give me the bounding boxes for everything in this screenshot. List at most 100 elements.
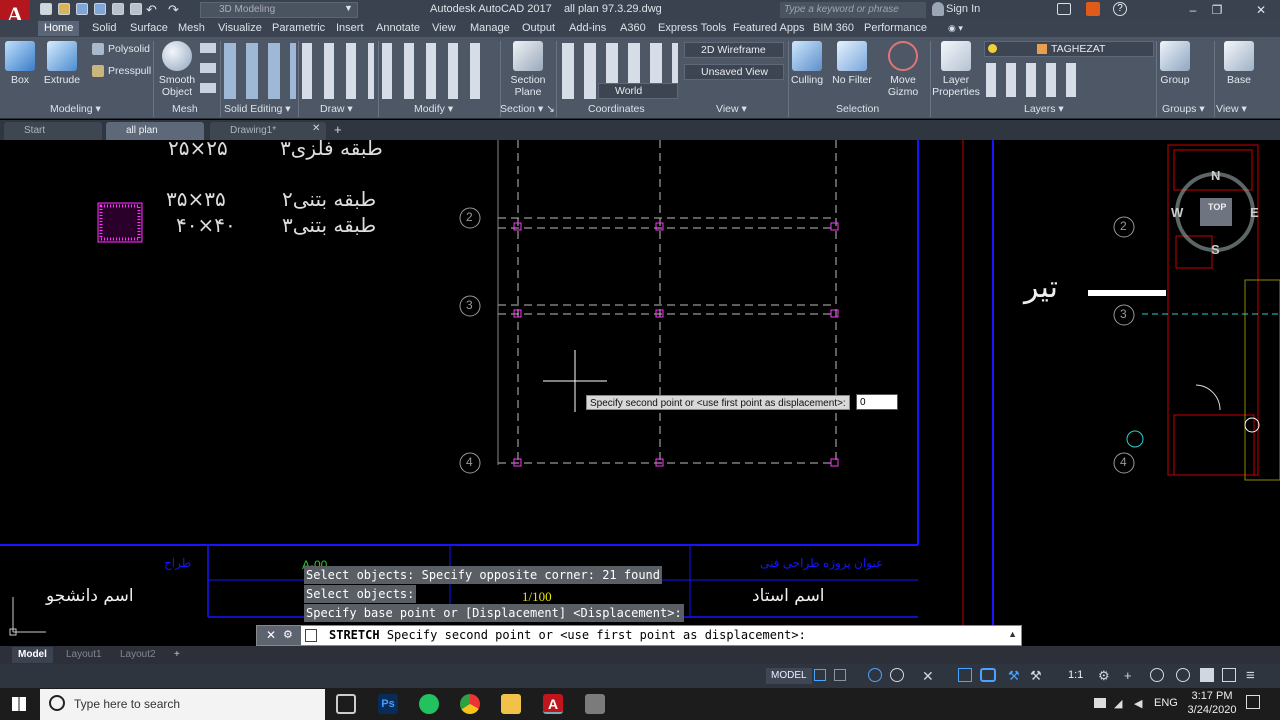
tab-a360[interactable]: A360 — [614, 21, 652, 36]
compass-e[interactable]: E — [1250, 205, 1259, 220]
tab-surface[interactable]: Surface — [124, 21, 174, 36]
dynamic-input-field[interactable]: 0 — [856, 394, 898, 410]
mesh-tools-icons[interactable] — [200, 43, 216, 99]
drawing-canvas[interactable]: ۳طبقه فلزی ۲۵×۲۵ ۲طبقه بتنی ۳۵×۳۵ ۳طبقه … — [0, 140, 1280, 646]
whatsapp-icon[interactable] — [419, 694, 439, 714]
calculator-icon[interactable] — [585, 694, 605, 714]
command-history-toggle[interactable]: ▲ — [1008, 629, 1017, 639]
viewcube-top[interactable]: TOP — [1208, 202, 1226, 212]
named-view-dropdown[interactable]: Unsaved View — [684, 64, 784, 80]
file-tab-start[interactable]: Start — [4, 122, 102, 140]
group-button[interactable]: Group — [1158, 41, 1192, 86]
box-button[interactable]: Box — [4, 41, 36, 86]
chrome-icon[interactable] — [460, 694, 480, 714]
panel-mesh[interactable]: Mesh — [172, 103, 198, 115]
task-view-icon[interactable] — [336, 694, 356, 714]
layout-tab-layout2[interactable]: Layout2 — [114, 647, 162, 663]
layer-properties-button[interactable]: Layer Properties — [932, 41, 980, 98]
command-line[interactable]: ✕ ⚙ STRETCH Specify second point or <use… — [256, 625, 1022, 646]
plot-icon[interactable] — [130, 3, 142, 15]
tab-add-ins[interactable]: Add-ins — [563, 21, 612, 36]
panel-view[interactable]: View ▾ — [716, 103, 747, 115]
annotation-scale-icon[interactable]: ⚒ — [1030, 668, 1042, 684]
compass-s[interactable]: S — [1211, 242, 1220, 257]
file-tab-drawing1[interactable]: Drawing1* — [210, 122, 326, 140]
tab-home[interactable]: Home — [38, 21, 80, 36]
panel-view-2[interactable]: View ▾ — [1216, 103, 1247, 115]
redo-icon[interactable]: ↷ — [168, 2, 179, 18]
layer-tools-icons[interactable] — [986, 63, 1082, 97]
ucs-dropdown[interactable]: World — [598, 83, 678, 99]
file-explorer-icon[interactable] — [501, 694, 521, 714]
extrude-button[interactable]: Extrude — [42, 41, 82, 86]
tab-visualize[interactable]: Visualize — [212, 21, 268, 36]
panel-modeling[interactable]: Modeling ▾ — [50, 103, 101, 115]
compass-w[interactable]: W — [1171, 205, 1183, 220]
autodesk-app-store-icon[interactable] — [1086, 2, 1100, 16]
panel-selection[interactable]: Selection — [836, 103, 879, 115]
file-tab-all-plan[interactable]: all plan 97.3.29* — [106, 122, 204, 154]
tab-mesh[interactable]: Mesh — [172, 21, 211, 36]
move-gizmo-button[interactable]: Move Gizmo — [880, 41, 926, 98]
new-tab-button[interactable]: + — [334, 122, 342, 137]
help-icon[interactable]: ? — [1113, 2, 1127, 16]
snap-toggle-icon[interactable] — [834, 669, 846, 681]
notifications-icon[interactable] — [1246, 695, 1260, 709]
panel-layers[interactable]: Layers ▾ — [1024, 103, 1064, 115]
autocad-taskbar-icon[interactable]: A — [543, 694, 563, 714]
volume-icon[interactable]: ◀ — [1134, 697, 1142, 710]
layout-tab-layout1[interactable]: Layout1 — [60, 647, 108, 663]
tab-output[interactable]: Output — [516, 21, 561, 36]
new-file-icon[interactable] — [40, 3, 52, 15]
visual-style-dropdown[interactable]: 2D Wireframe — [684, 42, 784, 58]
keyword-search-input[interactable]: Type a keyword or phrase — [780, 2, 926, 18]
section-plane-button[interactable]: Section Plane — [506, 41, 550, 98]
windows-start-icon[interactable] — [12, 697, 26, 711]
panel-coordinates[interactable]: Coordinates — [588, 103, 645, 115]
tab-solid[interactable]: Solid — [86, 21, 122, 36]
panel-solid-editing[interactable]: Solid Editing ▾ — [224, 103, 291, 115]
add-layout-button[interactable]: + — [168, 647, 186, 663]
presspull-button[interactable]: Presspull — [92, 65, 151, 77]
status-menu-icon[interactable]: ≡ — [1246, 667, 1255, 684]
restore-button[interactable]: ❐ — [1200, 0, 1234, 20]
compass-n[interactable]: N — [1211, 168, 1220, 183]
exchange-icon[interactable] — [1057, 3, 1071, 15]
undo-icon[interactable]: ↶ — [146, 2, 157, 18]
command-text[interactable]: STRETCH Specify second point or <use fir… — [329, 628, 806, 642]
smooth-object-button[interactable]: Smooth Object — [156, 41, 198, 98]
workspace-gear-icon[interactable]: ⚙ — [1098, 668, 1110, 684]
full-screen-icon[interactable] — [1222, 668, 1236, 682]
ribbon-options-icon[interactable]: ◉ ▾ — [942, 21, 969, 36]
battery-icon[interactable] — [1094, 698, 1106, 708]
draw-tools-icons[interactable] — [302, 43, 374, 99]
panel-modify[interactable]: Modify ▾ — [414, 103, 453, 115]
save-as-icon[interactable] — [94, 3, 106, 15]
isodraft-icon[interactable]: ✕ — [922, 668, 934, 685]
tab-bim-360[interactable]: BIM 360 — [807, 21, 860, 36]
annotation-visibility-icon[interactable]: ⚒ — [1008, 668, 1020, 684]
object-snap-icon[interactable] — [958, 668, 972, 682]
close-tab-icon[interactable]: ✕ — [312, 123, 320, 134]
system-clock[interactable]: 3:17 PM 3/24/2020 — [1182, 689, 1242, 717]
no-filter-button[interactable]: No Filter — [830, 41, 874, 86]
panel-section[interactable]: Section ▾ ↘ — [500, 103, 555, 115]
layer-dropdown[interactable]: TAGHEZAT — [984, 41, 1154, 57]
tab-annotate[interactable]: Annotate — [370, 21, 426, 36]
open-web-icon[interactable] — [112, 3, 124, 15]
language-indicator[interactable]: ENG — [1154, 697, 1178, 709]
panel-groups[interactable]: Groups ▾ — [1162, 103, 1205, 115]
polar-tracking-icon[interactable] — [890, 668, 904, 682]
tab-parametric[interactable]: Parametric — [266, 21, 331, 36]
sign-in-link[interactable]: Sign In — [946, 3, 980, 15]
customize-wrench-icon[interactable]: ⚙ — [283, 628, 293, 641]
isolate-objects-icon[interactable] — [1150, 668, 1164, 682]
user-icon[interactable] — [932, 2, 944, 16]
selection-cycling-icon[interactable] — [980, 668, 996, 682]
annotation-scale-value[interactable]: 1:1 — [1068, 669, 1083, 681]
tab-view[interactable]: View — [426, 21, 462, 36]
chevron-down-icon[interactable]: ▼ — [344, 3, 353, 13]
open-file-icon[interactable] — [58, 3, 70, 15]
culling-button[interactable]: Culling — [790, 41, 824, 86]
solid-editing-icons[interactable] — [224, 43, 296, 99]
